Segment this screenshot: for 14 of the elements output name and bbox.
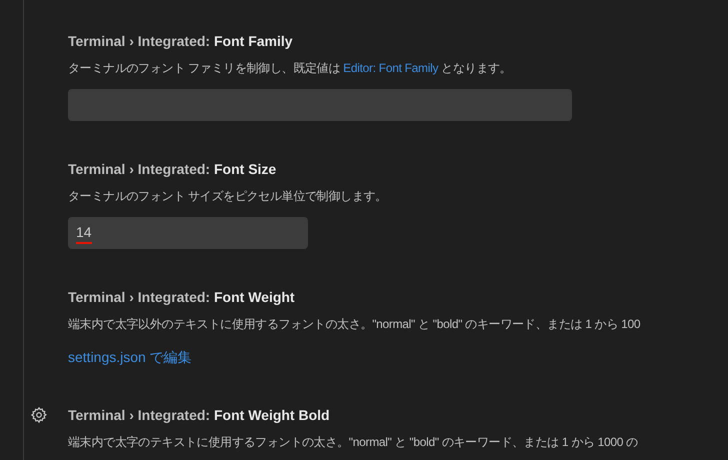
setting-description: 端末内で太字以外のテキストに使用するフォントの太さ。"normal" と "bold" のキーワード、または 1 から 100 [68,316,640,333]
setting-link[interactable]: Editor: Font Family [343,61,438,75]
setting-title: Terminal › Integrated: Font Size [68,160,276,179]
setting-description: ターミナルのフォント ファミリを制御し、既定値は Editor: Font Family となります。 [68,60,512,77]
setting-description: 端末内で太字のテキストに使用するフォントの太さ。"normal" と "bold" のキーワード、または 1 から 1000 の [68,434,638,451]
setting-title: Terminal › Integrated: Font Weight Bold [68,406,330,425]
setting-description: ターミナルのフォント サイズをピクセル単位で制御します。 [68,188,387,205]
setting-title: Terminal › Integrated: Font Weight [68,288,295,307]
settings-icon[interactable] [30,406,48,424]
text-field[interactable] [68,89,572,121]
number-field[interactable]: 14 [68,217,308,249]
field-value: 14 [76,222,92,244]
setting-title: Terminal › Integrated: Font Family [68,32,293,51]
edit-link[interactable]: settings.json で編集 [68,347,192,367]
